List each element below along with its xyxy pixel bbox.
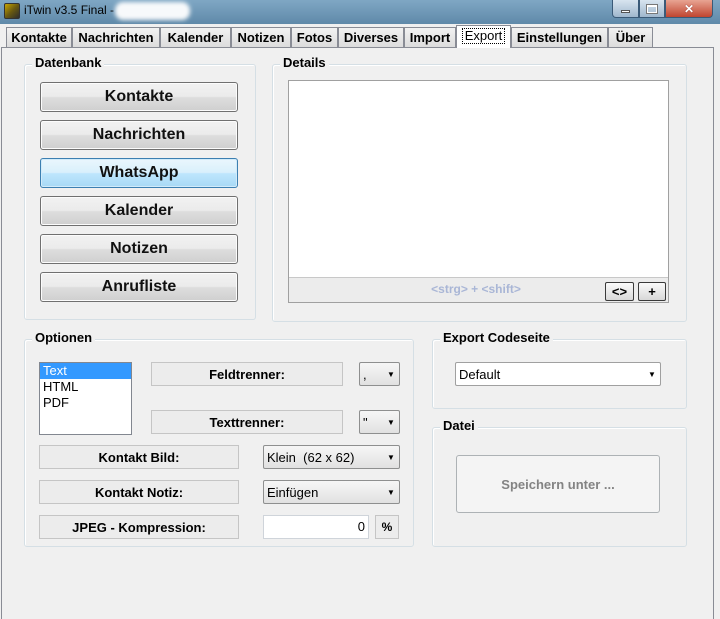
jpeg-kompression-label: JPEG - Kompression: bbox=[39, 515, 239, 539]
details-title: Details bbox=[280, 55, 329, 70]
minimize-icon bbox=[621, 10, 630, 13]
chevron-down-icon: ▼ bbox=[387, 417, 395, 427]
tab-label: Export bbox=[461, 28, 506, 44]
close-button[interactable]: ✕ bbox=[665, 0, 713, 18]
tab-label: Notizen bbox=[237, 30, 285, 45]
redacted-title-area bbox=[115, 2, 190, 20]
kontakt-bild-select[interactable]: Klein (62 x 62) ▼ bbox=[263, 445, 400, 469]
tab-label: Einstellungen bbox=[516, 30, 603, 45]
datenbank-title: Datenbank bbox=[32, 55, 105, 70]
kontakt-notiz-select[interactable]: Einfügen ▼ bbox=[263, 480, 400, 504]
whatsapp-button[interactable]: WhatsApp bbox=[40, 158, 238, 188]
button-label: WhatsApp bbox=[99, 164, 179, 181]
kontakt-notiz-value: Einfügen bbox=[267, 484, 319, 500]
minimize-button[interactable] bbox=[612, 0, 639, 18]
tab-fotos[interactable]: Fotos bbox=[291, 27, 338, 47]
feldtrenner-select[interactable]: , ▼ bbox=[359, 362, 400, 386]
chevron-down-icon: ▼ bbox=[648, 369, 656, 379]
maximize-icon bbox=[646, 3, 658, 14]
tab-import[interactable]: Import bbox=[404, 27, 456, 47]
tab-label: Nachrichten bbox=[78, 30, 154, 45]
codeseite-select[interactable]: Default ▼ bbox=[455, 362, 661, 386]
texttrenner-select[interactable]: " ▼ bbox=[359, 410, 400, 434]
app-icon bbox=[4, 3, 20, 19]
tab-diverses[interactable]: Diverses bbox=[338, 27, 404, 47]
button-label: Kalender bbox=[104, 202, 174, 219]
tab-notizen[interactable]: Notizen bbox=[231, 27, 291, 47]
kalender-button[interactable]: Kalender bbox=[40, 196, 238, 226]
window-title: iTwin v3.5 Final - bbox=[24, 3, 115, 17]
kontakt-bild-label: Kontakt Bild: bbox=[39, 445, 239, 469]
tab-kontakte[interactable]: Kontakte bbox=[6, 27, 72, 47]
button-label: Kontakte bbox=[104, 88, 174, 105]
feldtrenner-value: , bbox=[363, 366, 367, 382]
texttrenner-value: " bbox=[363, 414, 368, 430]
button-label: Notizen bbox=[110, 240, 168, 257]
tab-kalender[interactable]: Kalender bbox=[160, 27, 231, 47]
notizen-button[interactable]: Notizen bbox=[40, 234, 238, 264]
format-option-html[interactable]: HTML bbox=[40, 379, 131, 395]
tab-label: Kontakte bbox=[11, 30, 67, 45]
close-icon: ✕ bbox=[683, 1, 695, 16]
anrufliste-button[interactable]: Anrufliste bbox=[40, 272, 238, 302]
kontakt-bild-value: Klein (62 x 62) bbox=[267, 449, 355, 465]
tab-nachrichten[interactable]: Nachrichten bbox=[72, 27, 160, 47]
chevron-down-icon: ▼ bbox=[387, 369, 395, 379]
add-button[interactable]: + bbox=[638, 282, 666, 301]
codeseite-title: Export Codeseite bbox=[440, 330, 553, 345]
codeseite-value: Default bbox=[459, 366, 501, 382]
format-listbox[interactable]: Text HTML PDF bbox=[39, 362, 132, 435]
jpeg-kompression-input[interactable]: 0 bbox=[263, 515, 369, 539]
tab-ueber[interactable]: Über bbox=[608, 27, 653, 47]
kontakt-notiz-label: Kontakt Notiz: bbox=[39, 480, 239, 504]
chevron-down-icon: ▼ bbox=[387, 487, 395, 497]
tab-label: Kalender bbox=[167, 30, 224, 45]
tab-label: Diverses bbox=[343, 30, 399, 45]
tab-export[interactable]: Export bbox=[456, 25, 511, 48]
button-label: Nachrichten bbox=[92, 126, 186, 143]
format-option-pdf[interactable]: PDF bbox=[40, 395, 131, 411]
datei-title: Datei bbox=[440, 418, 478, 433]
shortcut-hint: <strg> + <shift> bbox=[431, 282, 521, 296]
toggle-code-button[interactable]: <> bbox=[605, 282, 634, 301]
save-as-button[interactable]: Speichern unter ... bbox=[456, 455, 660, 513]
format-option-text[interactable]: Text bbox=[40, 363, 131, 379]
percent-unit: % bbox=[375, 515, 399, 539]
chevron-down-icon: ▼ bbox=[387, 452, 395, 462]
feldtrenner-label: Feldtrenner: bbox=[151, 362, 343, 386]
kontakte-button[interactable]: Kontakte bbox=[40, 82, 238, 112]
tab-label: Fotos bbox=[296, 30, 333, 45]
tab-einstellungen[interactable]: Einstellungen bbox=[511, 27, 608, 47]
texttrenner-label: Texttrenner: bbox=[151, 410, 343, 434]
details-text-area[interactable] bbox=[288, 80, 669, 303]
button-label: Anrufliste bbox=[101, 278, 177, 295]
nachrichten-button[interactable]: Nachrichten bbox=[40, 120, 238, 150]
tab-label: Über bbox=[615, 30, 646, 45]
optionen-title: Optionen bbox=[32, 330, 96, 345]
tab-label: Import bbox=[409, 30, 451, 45]
maximize-button[interactable] bbox=[639, 0, 665, 18]
